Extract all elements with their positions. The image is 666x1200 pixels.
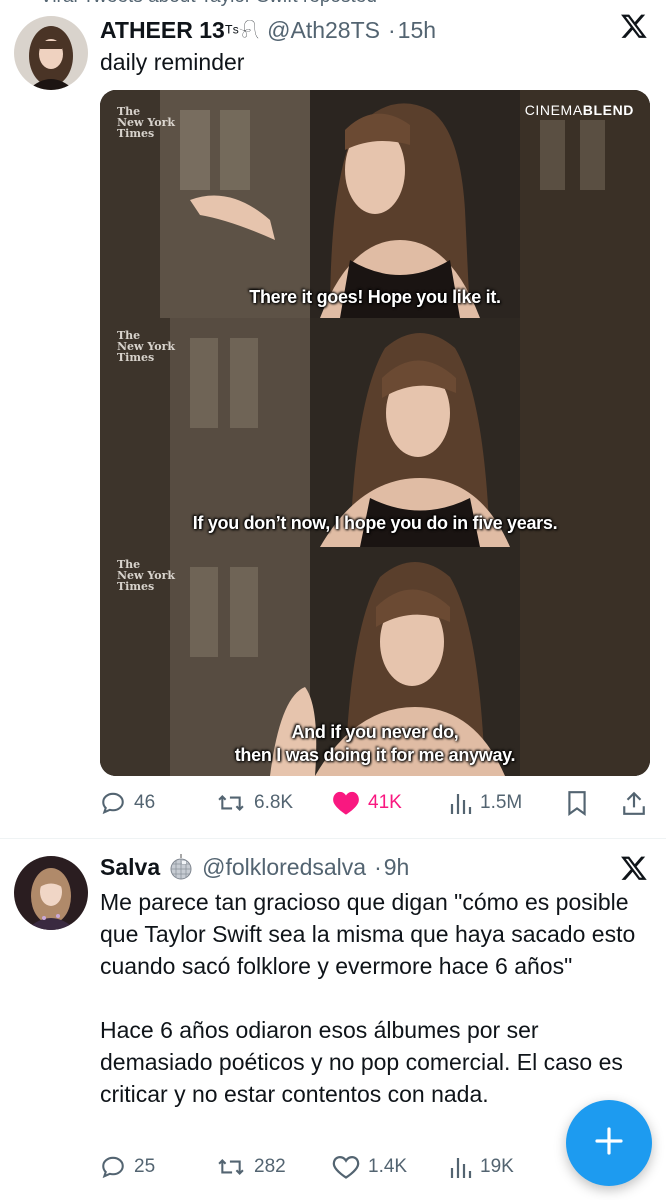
separator: ·	[387, 17, 396, 43]
like-button[interactable]: 1.4K	[332, 1154, 407, 1180]
heart-icon	[332, 1154, 360, 1180]
heart-icon	[332, 790, 360, 816]
views-icon	[450, 791, 472, 815]
x-logo-icon[interactable]	[620, 12, 648, 40]
bookmark-button[interactable]	[566, 790, 588, 816]
caption-1: There it goes! Hope you like it.	[249, 287, 501, 307]
timestamp[interactable]: 15h	[398, 17, 436, 44]
handle[interactable]: @folkloredsalva	[202, 854, 366, 881]
tweet-divider	[0, 838, 666, 839]
nyt-logo: The New York Times	[117, 559, 175, 592]
compose-button[interactable]	[566, 1100, 652, 1186]
tweet-paragraph-1: Me parece tan gracioso que digan "cómo e…	[100, 889, 636, 979]
repost-count: 6.8K	[254, 792, 294, 813]
reply-button[interactable]: 46	[100, 790, 155, 816]
media-frame-1: The New York Times CINEMABLEND There it …	[100, 90, 650, 318]
display-name[interactable]: Salva	[100, 854, 160, 881]
caption-3: And if you never do, then I was doing it…	[100, 721, 650, 767]
nyt-logo-line: Times	[117, 580, 155, 593]
disco-ball-icon	[168, 854, 194, 886]
caption-2: If you don’t now, I hope you do in five …	[192, 513, 558, 533]
repost-icon	[216, 790, 246, 816]
repost-button[interactable]: 282	[216, 1154, 286, 1180]
plus-icon	[594, 1126, 624, 1161]
repost-button[interactable]: 6.8K	[216, 790, 293, 816]
cinemablend-watermark: CINEMABLEND	[525, 102, 634, 118]
tweet-header: ATHEER 13ᵀˢ𓍯 @Ath28TS · 15h	[100, 14, 436, 44]
display-name-text: ATHEER 13	[100, 17, 225, 43]
media-frame-2: The New York Times If you don’t now, I h…	[100, 318, 650, 547]
nyt-logo-line: Times	[117, 351, 155, 364]
repost-icon	[216, 1154, 246, 1180]
nyt-logo-line: Times	[117, 127, 155, 140]
repost-count: 282	[254, 1156, 286, 1177]
media-frame-3: The New York Times And if you never do, …	[100, 547, 650, 776]
views-button[interactable]: 19K	[450, 1155, 514, 1179]
views-count: 1.5M	[480, 792, 523, 813]
avatar[interactable]	[14, 16, 88, 90]
x-logo-icon[interactable]	[620, 854, 648, 882]
reply-button[interactable]: 25	[100, 1154, 155, 1180]
name-suffix: ᵀˢ𓍯	[224, 22, 260, 42]
bookmark-icon	[566, 790, 588, 816]
tweet-text: daily reminder	[100, 49, 245, 75]
separator: ·	[374, 854, 382, 880]
tweet-actions: 46 6.8K 41K 1.5M	[100, 788, 650, 818]
display-name[interactable]: ATHEER 13ᵀˢ𓍯	[100, 14, 259, 44]
share-icon	[622, 790, 646, 816]
like-count: 41K	[368, 792, 402, 813]
share-button[interactable]	[622, 790, 646, 816]
views-icon	[450, 1155, 472, 1179]
reply-count: 46	[134, 792, 156, 813]
tweet-media[interactable]: The New York Times CINEMABLEND There it …	[100, 90, 650, 776]
timestamp[interactable]: 9h	[384, 854, 410, 881]
reply-icon	[100, 790, 126, 816]
caption-3-line-1: And if you never do,	[291, 722, 459, 742]
tweet-header: Salva @folkloredsalva · 9h	[100, 854, 409, 886]
frame-1-image	[100, 90, 650, 318]
like-count: 1.4K	[368, 1156, 408, 1177]
nyt-logo: The New York Times	[117, 330, 175, 363]
watermark-brand-bold: BLEND	[582, 102, 634, 118]
reply-icon	[100, 1154, 126, 1180]
tweet[interactable]: ATHEER 13ᵀˢ𓍯 @Ath28TS · 15h daily remind…	[0, 0, 666, 840]
tweet-text: Me parece tan gracioso que digan "cómo e…	[100, 886, 640, 1110]
tweet-paragraph-2: Hace 6 años odiaron esos álbumes por ser…	[100, 1017, 623, 1107]
views-button[interactable]: 1.5M	[450, 791, 522, 815]
like-button[interactable]: 41K	[332, 790, 402, 816]
watermark-brand: CINEMA	[524, 102, 583, 118]
avatar[interactable]	[14, 856, 88, 930]
handle[interactable]: @Ath28TS	[267, 17, 380, 44]
caption-3-line-2: then I was doing it for me anyway.	[234, 745, 516, 765]
reply-count: 25	[134, 1156, 156, 1177]
views-count: 19K	[480, 1156, 514, 1177]
nyt-logo: The New York Times	[117, 106, 175, 139]
